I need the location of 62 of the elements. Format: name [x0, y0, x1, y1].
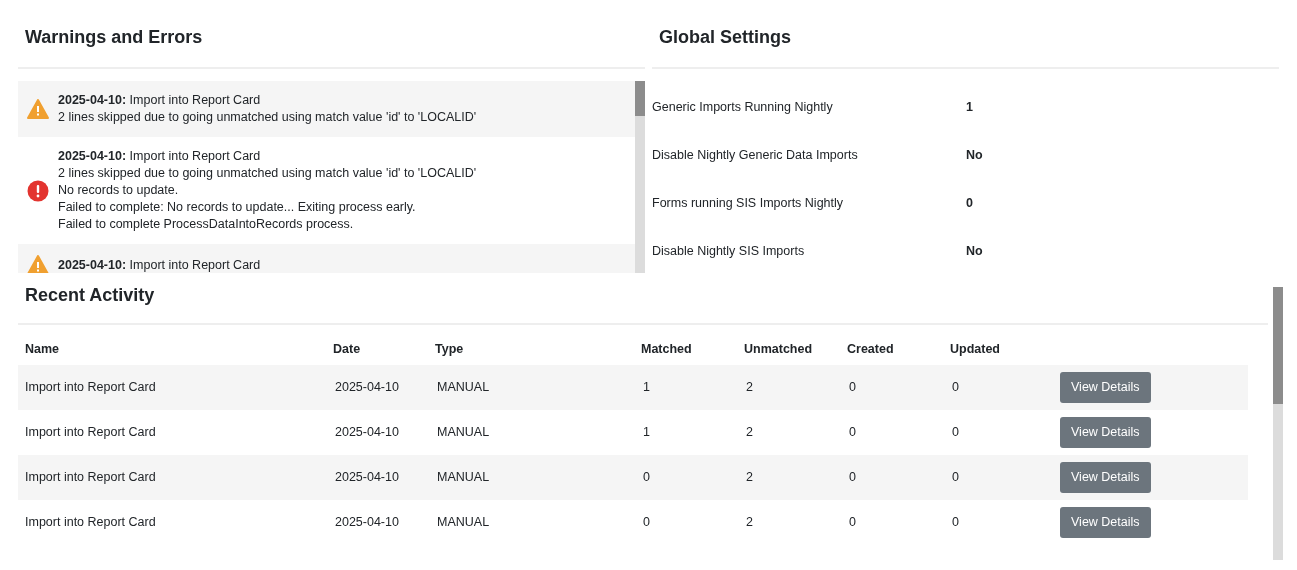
table-cell: 0: [952, 515, 959, 530]
scrollbar[interactable]: [635, 81, 645, 273]
error-icon: [27, 179, 49, 202]
warning-message: No records to update.: [58, 182, 180, 199]
table-cell: 0: [849, 425, 856, 440]
table-cell: Import into Report Card: [25, 470, 156, 485]
table-cell: 0: [849, 380, 856, 395]
table-cell: 0: [952, 470, 959, 485]
column-header: Name: [25, 342, 60, 357]
warning-message: Failed to complete ProcessDataIntoRecords process.: [58, 216, 355, 233]
column-header: Type: [435, 342, 464, 357]
table-cell: MANUAL: [437, 380, 490, 395]
warning-icon: [27, 99, 49, 119]
table-cell: 0: [952, 380, 959, 395]
table-cell: 2025-04-10: [335, 515, 399, 530]
table-cell: Import into Report Card: [25, 425, 156, 440]
warning-message: Failed to complete: No records to update... Exiting process early.: [58, 199, 417, 216]
table-cell: 0: [643, 515, 650, 530]
column-header: Date: [333, 342, 361, 357]
column-header: Matched: [641, 342, 692, 357]
table-cell: 0: [849, 470, 856, 485]
setting-label: Disable Nightly Generic Data Imports: [652, 146, 859, 164]
table-cell: MANUAL: [437, 425, 490, 440]
table-cell: 2: [746, 515, 753, 530]
table-cell: MANUAL: [437, 515, 490, 530]
warning-message: 2 lines skipped due to going unmatched using match value 'id' to 'LOCALID': [58, 109, 477, 126]
table-cell: 2: [746, 425, 753, 440]
table-cell: 0: [952, 425, 959, 440]
table-cell: 0: [849, 515, 856, 530]
table-cell: 2025-04-10: [335, 380, 399, 395]
setting-label: Disable Nightly SIS Imports: [652, 242, 806, 260]
view-details-button[interactable]: View Details: [1060, 372, 1151, 403]
column-header: Created: [847, 342, 894, 357]
warning-heading: 2025-04-10: Import into Report Card: [58, 256, 261, 273]
section-title: Global Settings: [659, 26, 791, 49]
setting-label: Forms running SIS Imports Nightly: [652, 194, 845, 212]
warning-heading: 2025-04-10: Import into Report Card: [58, 92, 262, 109]
column-header: Unmatched: [744, 342, 813, 357]
view-details-button[interactable]: View Details: [1060, 462, 1151, 493]
setting-value: No: [966, 242, 983, 260]
column-header: Updated: [950, 342, 1000, 357]
table-cell: Import into Report Card: [25, 515, 156, 530]
table-cell: 2: [746, 380, 753, 395]
warning-heading: 2025-04-10: Import into Report Card: [58, 148, 262, 165]
warning-message: 2 lines skipped due to going unmatched using match value 'id' to 'LOCALID': [58, 165, 477, 182]
view-details-button[interactable]: View Details: [1060, 417, 1151, 448]
setting-value: No: [966, 146, 983, 164]
table-cell: 2: [746, 470, 753, 485]
setting-value: 0: [966, 194, 973, 212]
setting-label: Generic Imports Running Nightly: [652, 98, 834, 116]
setting-value: 1: [966, 98, 973, 116]
table-cell: Import into Report Card: [25, 380, 156, 395]
table-cell: 2025-04-10: [335, 425, 399, 440]
table-cell: 0: [643, 470, 650, 485]
section-title: Warnings and Errors: [25, 26, 203, 49]
scrollbar[interactable]: [1273, 287, 1283, 560]
table-cell: MANUAL: [437, 470, 490, 485]
table-cell: 2025-04-10: [335, 470, 399, 485]
section-title: Recent Activity: [25, 284, 155, 307]
table-cell: 1: [643, 425, 650, 440]
view-details-button[interactable]: View Details: [1060, 507, 1151, 538]
table-cell: 1: [643, 380, 650, 395]
